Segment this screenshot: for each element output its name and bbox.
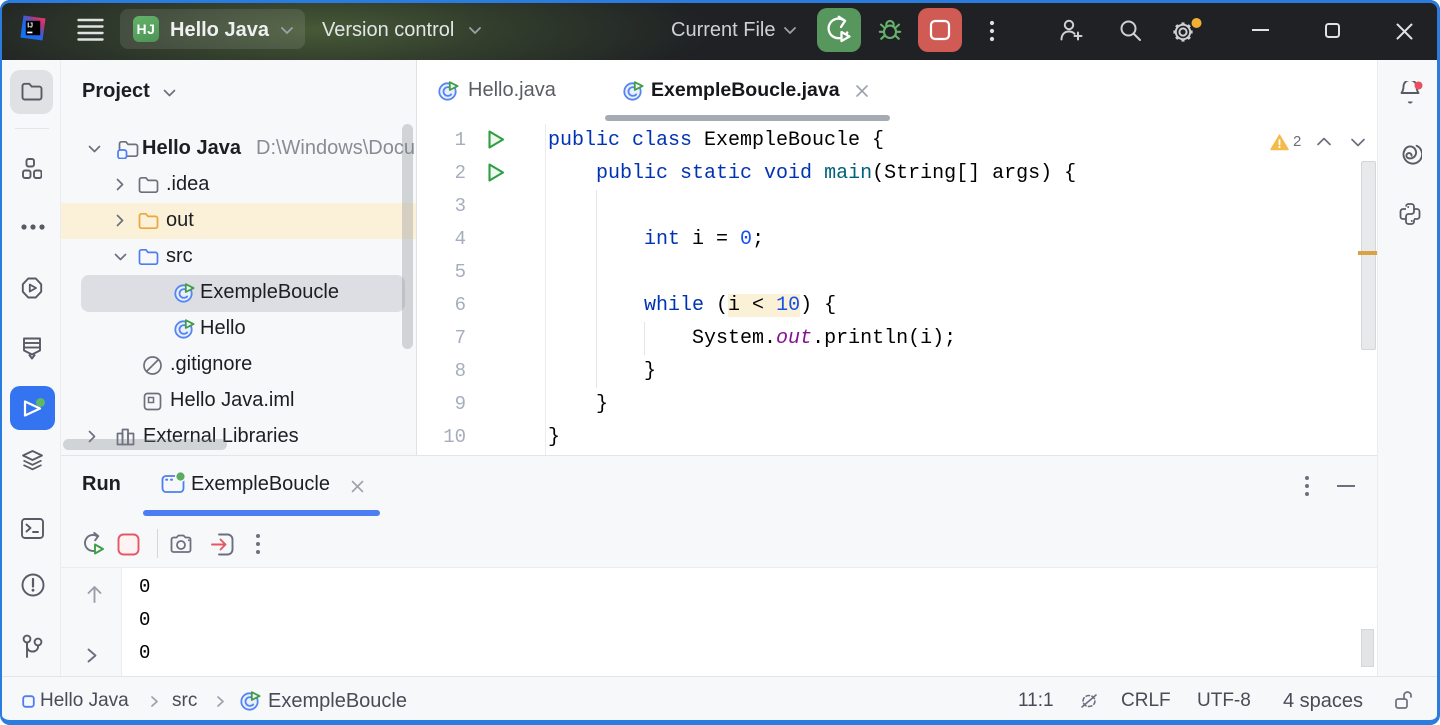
svg-text:IJ: IJ xyxy=(27,23,33,30)
